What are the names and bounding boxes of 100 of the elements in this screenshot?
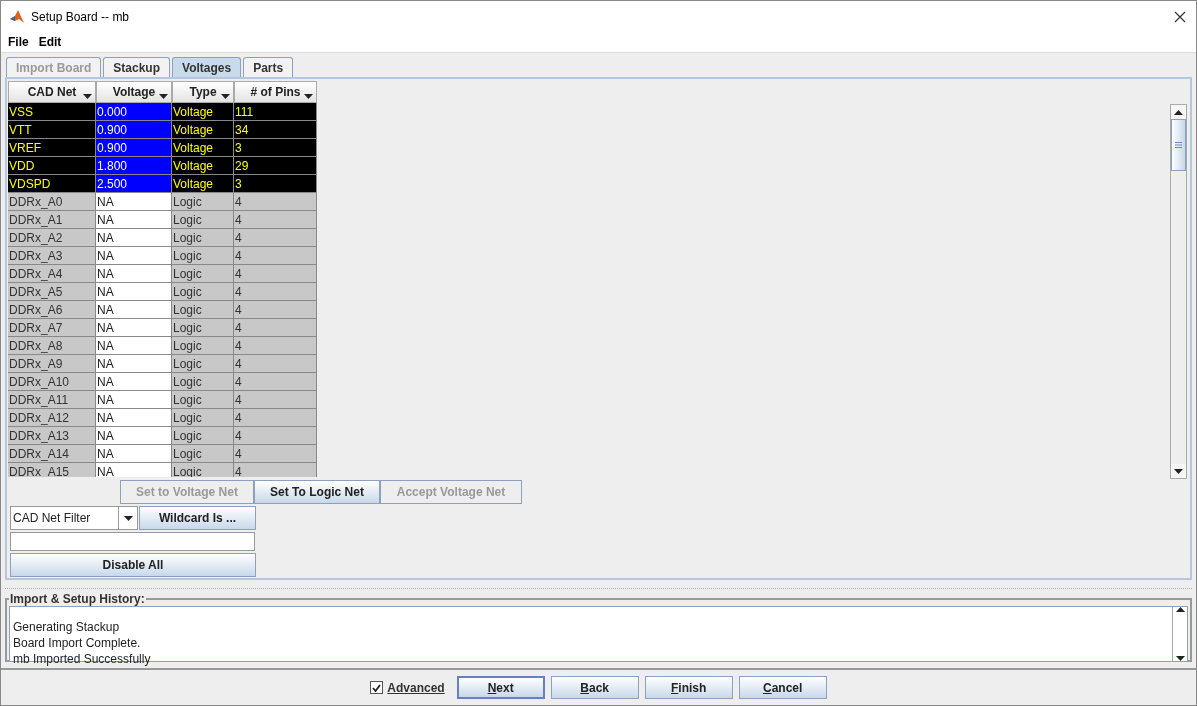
group-title: Import & Setup History: bbox=[9, 592, 146, 606]
scroll-down-icon bbox=[1175, 656, 1185, 661]
table-cell: DDRx_A13 bbox=[8, 427, 96, 445]
table-cell: 4 bbox=[234, 247, 317, 265]
table-cell: 4 bbox=[234, 319, 317, 337]
table-cell: 1.800 bbox=[96, 157, 172, 175]
footer-button[interactable]: Finish bbox=[644, 676, 733, 699]
column-header[interactable]: Type bbox=[172, 81, 234, 103]
table-cell: VREF bbox=[8, 139, 96, 157]
table-cell: Logic bbox=[172, 193, 234, 211]
table-cell: NA bbox=[96, 193, 172, 211]
log-line: Board Import Complete. bbox=[13, 635, 142, 651]
scroll-down-icon bbox=[1174, 468, 1183, 474]
table-cell: 2.500 bbox=[96, 175, 172, 193]
table-cell: Logic bbox=[172, 229, 234, 247]
disable-all-button[interactable]: Disable All bbox=[10, 553, 256, 577]
table-cell: VTT bbox=[8, 121, 96, 139]
table-cell: DDRx_A5 bbox=[8, 283, 96, 301]
table-cell: DDRx_A15 bbox=[8, 463, 96, 477]
table-cell: Voltage bbox=[172, 103, 234, 121]
column-header[interactable]: # of Pins bbox=[234, 81, 317, 103]
scroll-thumb[interactable] bbox=[1171, 119, 1186, 171]
table-cell: Logic bbox=[172, 211, 234, 229]
table-cell: NA bbox=[96, 409, 172, 427]
table-cell: 0.000 bbox=[96, 103, 172, 121]
advanced-checkbox[interactable]: Advanced bbox=[370, 680, 445, 695]
history-scrollbar[interactable] bbox=[1172, 607, 1187, 661]
table-cell: NA bbox=[96, 337, 172, 355]
filter-dropdown[interactable]: CAD Net Filter bbox=[10, 506, 138, 530]
table-cell: NA bbox=[96, 445, 172, 463]
table-cell: VSS bbox=[8, 103, 96, 121]
table-cell: Logic bbox=[172, 427, 234, 445]
table-cell: NA bbox=[96, 247, 172, 265]
vertical-scrollbar[interactable] bbox=[1170, 104, 1187, 479]
caret-icon[interactable] bbox=[83, 94, 92, 99]
table-cell: DDRx_A0 bbox=[8, 193, 96, 211]
menu-item[interactable]: Edit bbox=[35, 35, 65, 49]
caret-icon[interactable] bbox=[304, 94, 313, 99]
table-cell: 4 bbox=[234, 265, 317, 283]
grip-icon bbox=[1175, 142, 1182, 148]
table-cell: Voltage bbox=[172, 139, 234, 157]
wildcard-button[interactable]: Wildcard Is ... bbox=[139, 506, 256, 530]
table-cell: 29 bbox=[234, 157, 317, 175]
table-cell: DDRx_A14 bbox=[8, 445, 96, 463]
scroll-up-icon bbox=[1174, 109, 1183, 115]
caret-icon[interactable] bbox=[159, 94, 168, 99]
table-cell: 0.900 bbox=[96, 139, 172, 157]
table-cell: 4 bbox=[234, 229, 317, 247]
table-cell: NA bbox=[96, 283, 172, 301]
net-action-button[interactable]: Set To Logic Net bbox=[254, 480, 380, 504]
footer-button[interactable]: Back bbox=[550, 676, 639, 699]
table-cell: 4 bbox=[234, 463, 317, 477]
caret-icon[interactable] bbox=[221, 94, 230, 99]
table-cell: DDRx_A6 bbox=[8, 301, 96, 319]
app-logo-icon bbox=[9, 8, 25, 25]
table-cell: Logic bbox=[172, 265, 234, 283]
table-cell: DDRx_A1 bbox=[8, 211, 96, 229]
table-cell: 3 bbox=[234, 139, 317, 157]
checkbox-icon[interactable] bbox=[370, 681, 384, 694]
table-cell: DDRx_A12 bbox=[8, 409, 96, 427]
table-cell: DDRx_A7 bbox=[8, 319, 96, 337]
table-cell: 4 bbox=[234, 283, 317, 301]
table-cell: 111 bbox=[234, 103, 317, 121]
table-cell: NA bbox=[96, 229, 172, 247]
table-cell: 4 bbox=[234, 193, 317, 211]
tab[interactable]: Parts bbox=[243, 57, 294, 77]
table-cell: DDRx_A10 bbox=[8, 373, 96, 391]
table-cell: 4 bbox=[234, 373, 317, 391]
table-cell: NA bbox=[96, 463, 172, 477]
table-cell: 4 bbox=[234, 301, 317, 319]
table-cell: NA bbox=[96, 301, 172, 319]
table-cell: 4 bbox=[234, 427, 317, 445]
window-title: Setup Board -- mb bbox=[31, 9, 131, 24]
footer-button[interactable]: Cancel bbox=[738, 676, 827, 699]
table-cell: DDRx_A11 bbox=[8, 391, 96, 409]
table-cell: Logic bbox=[172, 319, 234, 337]
table-cell: NA bbox=[96, 211, 172, 229]
table-cell: Logic bbox=[172, 283, 234, 301]
footer-button[interactable]: Next bbox=[456, 676, 545, 699]
table-cell: DDRx_A4 bbox=[8, 265, 96, 283]
column-header[interactable]: Voltage bbox=[96, 81, 172, 103]
tab[interactable]: Stackup bbox=[103, 57, 171, 77]
table-cell: Logic bbox=[172, 445, 234, 463]
menu-item[interactable]: File bbox=[5, 35, 32, 49]
table-cell: DDRx_A3 bbox=[8, 247, 96, 265]
tab[interactable]: Voltages bbox=[172, 57, 242, 78]
table-cell: VDSPD bbox=[8, 175, 96, 193]
table-cell: 34 bbox=[234, 121, 317, 139]
close-icon[interactable] bbox=[1174, 10, 1186, 23]
table-cell: Logic bbox=[172, 337, 234, 355]
caret-icon bbox=[123, 515, 133, 521]
table-cell: Logic bbox=[172, 301, 234, 319]
scroll-up-icon bbox=[1175, 607, 1185, 612]
filter-input-field[interactable] bbox=[10, 532, 255, 551]
log-line: Generating Stackup bbox=[13, 619, 121, 635]
log-line: mb Imported Successfully bbox=[13, 651, 152, 667]
table-cell: Logic bbox=[172, 373, 234, 391]
table-cell: Logic bbox=[172, 247, 234, 265]
column-header[interactable]: CAD Net bbox=[8, 81, 96, 103]
table-cell: NA bbox=[96, 265, 172, 283]
